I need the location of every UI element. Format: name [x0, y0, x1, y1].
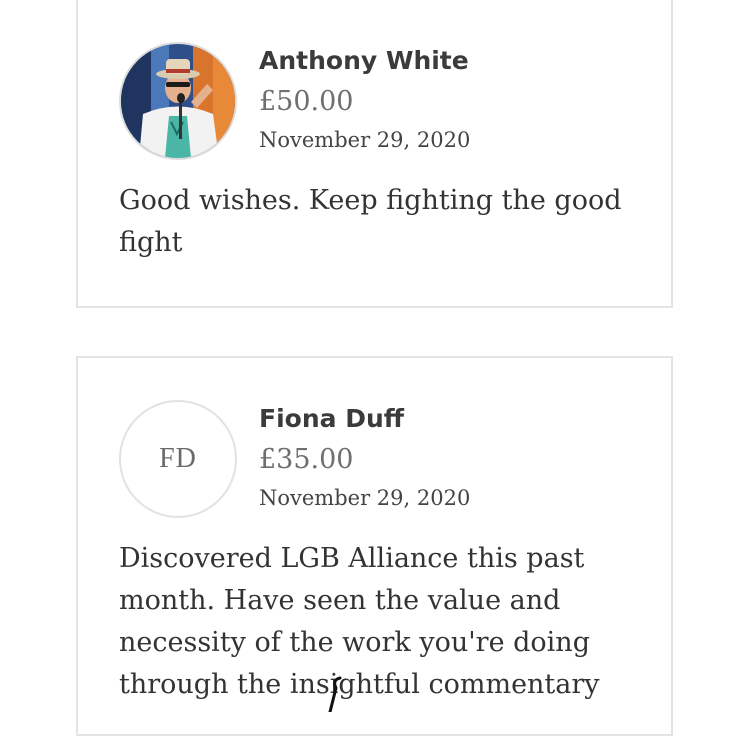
donation-message: Discovered LGB Alliance this past month.… [119, 543, 600, 700]
donor-name: Fiona Duff [259, 404, 404, 433]
donation-card: FD Fiona Duff £35.00 November 29, 2020 D… [76, 356, 673, 736]
donor-avatar-initials: FD [119, 400, 237, 518]
donation-amount: £35.00 [259, 444, 354, 475]
avatar-photo-icon [121, 44, 235, 158]
donor-name: Anthony White [259, 46, 469, 75]
donor-avatar-photo [119, 42, 237, 160]
donation-date: November 29, 2020 [259, 128, 471, 152]
donation-date: November 29, 2020 [259, 486, 471, 510]
donation-card: Anthony White £50.00 November 29, 2020 G… [76, 0, 673, 308]
donation-message: Good wishes. Keep fighting the good figh… [119, 185, 622, 258]
donation-amount: £50.00 [259, 86, 354, 117]
